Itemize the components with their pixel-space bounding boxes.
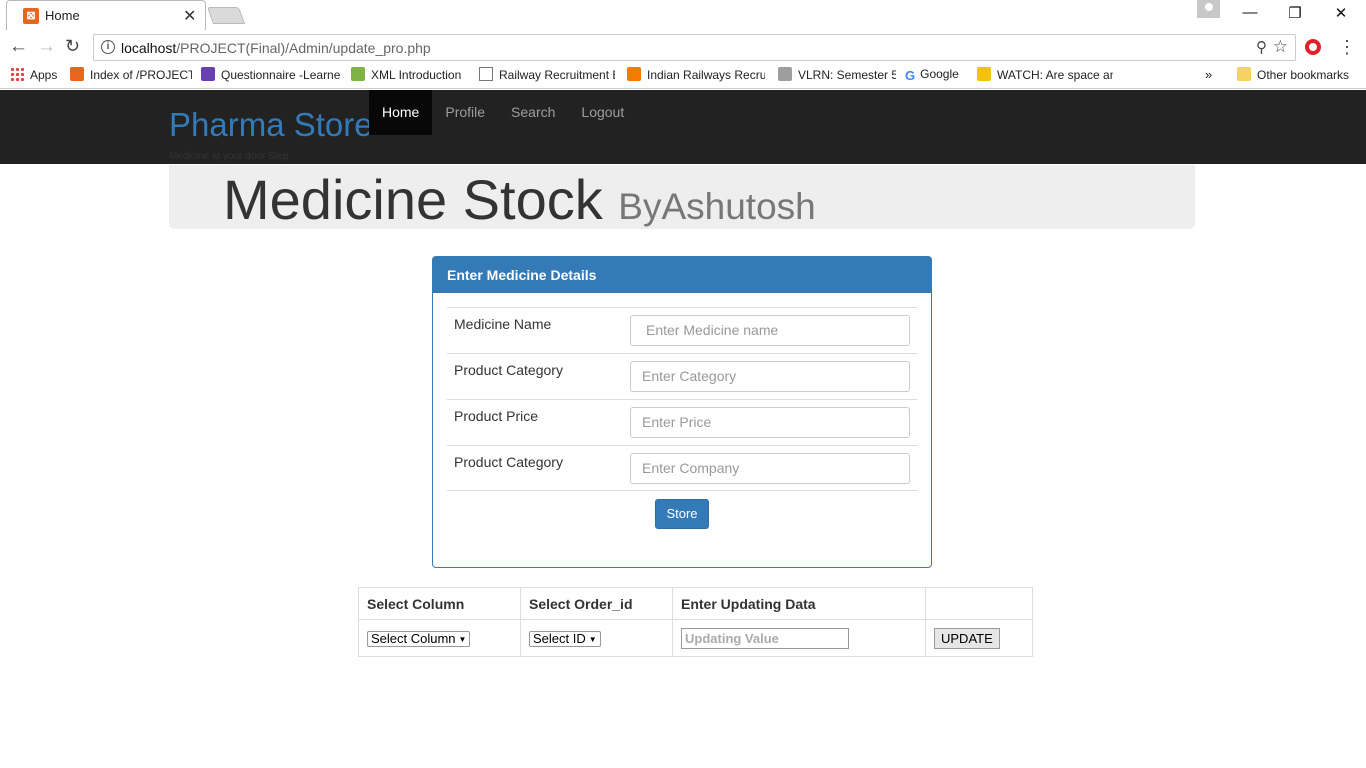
reload-icon[interactable]: ↻ bbox=[65, 36, 80, 57]
column-header: Select Column bbox=[358, 587, 521, 620]
form-row: Medicine Name Enter Medicine name bbox=[447, 307, 917, 353]
select-id-dropdown[interactable]: Select ID ▼ bbox=[529, 630, 601, 647]
bookmark-star-icon[interactable]: ☆ bbox=[1273, 37, 1288, 57]
bookmark-item[interactable]: Railway Recruitment E bbox=[479, 67, 615, 82]
folder-icon bbox=[1237, 67, 1251, 81]
close-window-icon[interactable]: ✕ bbox=[1326, 4, 1356, 24]
medicine-form: Medicine Name Enter Medicine name Produc… bbox=[447, 307, 917, 491]
dropdown-caret-icon: ▼ bbox=[588, 634, 597, 644]
zoom-icon[interactable]: ⚲ bbox=[1256, 38, 1267, 56]
table-row: Select Column ▼ Select ID ▼ Updating Value… bbox=[358, 619, 1033, 657]
update-button[interactable]: UPDATE bbox=[934, 627, 1000, 649]
price-label: Product Price bbox=[454, 408, 539, 424]
bookmark-item[interactable]: WATCH: Are space an bbox=[977, 67, 1113, 82]
nav-menu: Home Profile Search Logout bbox=[369, 90, 637, 135]
form-row: Product Price Enter Price bbox=[447, 399, 917, 445]
minimize-icon[interactable]: — bbox=[1235, 4, 1265, 24]
info-icon[interactable]: i bbox=[101, 40, 115, 54]
table-cell: Select ID ▼ bbox=[520, 619, 673, 657]
bookmark-item[interactable]: Index of /PROJECT bbox=[70, 67, 192, 82]
medicine-name-label: Medicine Name bbox=[454, 316, 552, 332]
w3schools-icon bbox=[351, 67, 365, 81]
panel-heading: Enter Medicine Details bbox=[433, 257, 931, 293]
form-row: Product Category Enter Category bbox=[447, 353, 917, 399]
column-header bbox=[925, 587, 1033, 620]
form-icon bbox=[201, 67, 215, 81]
jumbotron: Medicine Stock ByAshutosh bbox=[169, 165, 1195, 231]
close-tab-icon[interactable]: ✕ bbox=[183, 6, 196, 26]
table-cell: Select Column ▼ bbox=[358, 619, 521, 657]
select-column-dropdown[interactable]: Select Column ▼ bbox=[367, 630, 471, 647]
vlrn-icon bbox=[778, 67, 792, 81]
price-input[interactable]: Enter Price bbox=[630, 407, 910, 438]
restore-icon[interactable]: ❐ bbox=[1280, 4, 1310, 24]
category-label: Product Category bbox=[454, 362, 563, 378]
dropdown-caret-icon: ▼ bbox=[458, 634, 467, 644]
nav-search[interactable]: Search bbox=[498, 90, 568, 135]
table-cell: UPDATE bbox=[925, 619, 1033, 657]
bookmark-apps[interactable]: Apps bbox=[10, 67, 57, 82]
bookmark-item[interactable]: XML Introduction bbox=[351, 67, 469, 82]
opera-extension-icon[interactable] bbox=[1305, 39, 1321, 55]
tab-title: Home bbox=[45, 8, 80, 23]
form-row: Product Category Enter Company bbox=[447, 445, 917, 491]
folder-icon bbox=[977, 67, 991, 81]
category-input[interactable]: Enter Category bbox=[630, 361, 910, 392]
column-header: Select Order_id bbox=[520, 587, 673, 620]
bookmark-item[interactable]: Indian Railways Recru bbox=[627, 67, 765, 82]
bookmark-item[interactable]: Questionnaire -Learne bbox=[201, 67, 341, 82]
chrome-menu-icon[interactable]: ⋮ bbox=[1338, 37, 1356, 58]
forward-icon[interactable]: → bbox=[37, 36, 56, 58]
bookmark-item[interactable]: G Google bbox=[905, 67, 969, 82]
page-subtitle: ByAshutosh bbox=[618, 186, 816, 227]
medicine-details-panel: Enter Medicine Details Medicine Name Ent… bbox=[432, 256, 932, 568]
nav-home[interactable]: Home bbox=[369, 90, 433, 135]
company-label: Product Category bbox=[454, 454, 563, 470]
site-tagline: Medicine at your door Step bbox=[169, 151, 289, 162]
blogger-icon bbox=[627, 67, 641, 81]
apps-grid-icon bbox=[10, 67, 24, 81]
url-text: localhost/PROJECT(Final)/Admin/update_pr… bbox=[121, 40, 431, 56]
bookmarks-bar: Apps Index of /PROJECT Questionnaire -Le… bbox=[0, 62, 1366, 89]
nav-profile[interactable]: Profile bbox=[432, 90, 498, 135]
store-button[interactable]: Store bbox=[655, 499, 709, 529]
page-icon bbox=[479, 67, 493, 81]
xampp-icon bbox=[70, 67, 84, 81]
column-header: Enter Updating Data bbox=[672, 587, 926, 620]
more-bookmarks-icon[interactable]: » bbox=[1205, 67, 1212, 82]
medicine-name-input[interactable]: Enter Medicine name bbox=[630, 315, 910, 346]
address-bar[interactable]: i localhost/PROJECT(Final)/Admin/update_… bbox=[93, 34, 1296, 61]
update-table: Select Column Select Order_id Enter Upda… bbox=[358, 587, 1033, 657]
profile-icon[interactable] bbox=[1197, 0, 1220, 18]
active-tab[interactable]: ⊠ Home ✕ bbox=[6, 0, 206, 30]
page-title: Medicine Stock ByAshutosh bbox=[223, 168, 816, 231]
xampp-favicon-icon: ⊠ bbox=[23, 8, 39, 24]
bookmark-item[interactable]: VLRN: Semester 5 bbox=[778, 67, 896, 82]
table-header-row: Select Column Select Order_id Enter Upda… bbox=[358, 587, 1033, 620]
site-navbar: Pharma Store Medicine at your door Step … bbox=[0, 90, 1366, 164]
google-icon: G bbox=[905, 68, 916, 82]
nav-logout[interactable]: Logout bbox=[568, 90, 637, 135]
company-input[interactable]: Enter Company bbox=[630, 453, 910, 484]
tab-strip: ⊠ Home ✕ — ❐ ✕ bbox=[0, 0, 1366, 32]
site-brand[interactable]: Pharma Store bbox=[169, 106, 373, 144]
other-bookmarks[interactable]: Other bookmarks bbox=[1237, 67, 1349, 82]
updating-value-input[interactable]: Updating Value bbox=[681, 627, 849, 649]
new-tab-button[interactable] bbox=[206, 7, 246, 24]
back-icon[interactable]: ← bbox=[9, 36, 28, 58]
table-cell: Updating Value bbox=[672, 619, 926, 657]
